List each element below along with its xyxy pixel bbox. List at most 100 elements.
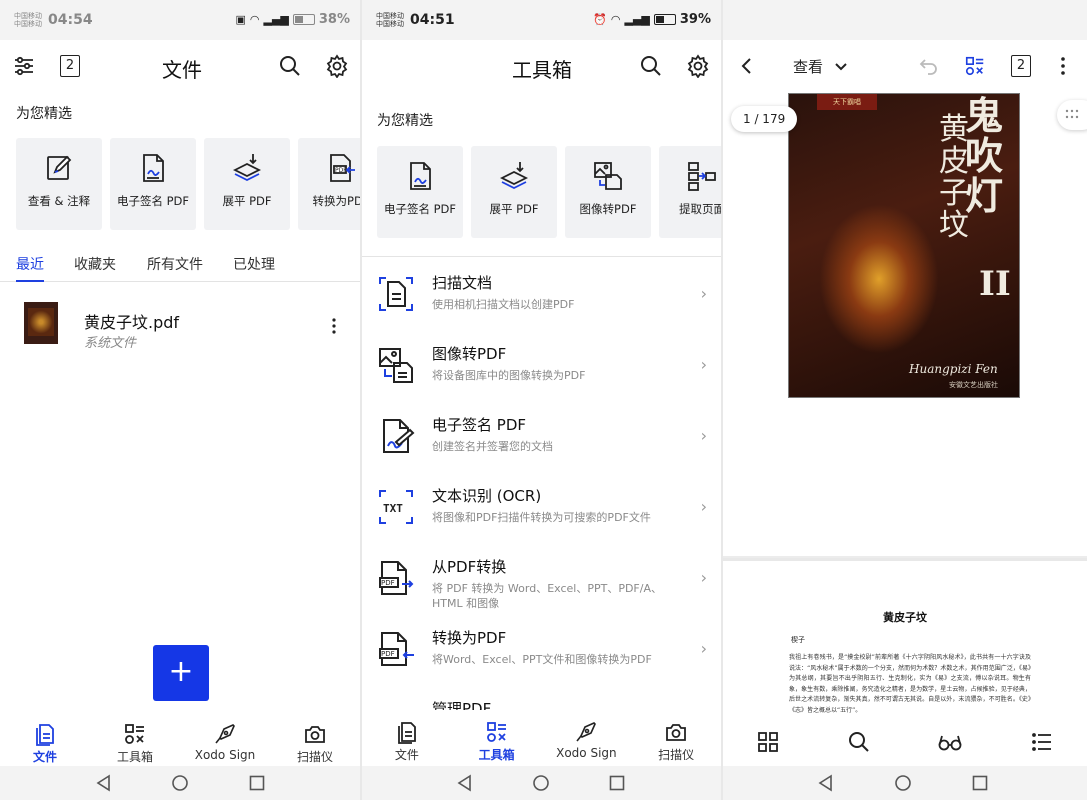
view-mode-label: 查看: [793, 58, 824, 76]
card-label: 展平 PDF: [222, 194, 272, 208]
system-nav-bar: [723, 766, 1087, 800]
battery-percent: 38%: [318, 12, 350, 27]
tools-icon[interactable]: [961, 52, 989, 80]
nav-scanner[interactable]: 扫描仪: [631, 714, 721, 766]
recents-nav-icon[interactable]: [971, 774, 989, 792]
file-list-item[interactable]: 黄皮子坟.pdf 系统文件: [0, 300, 360, 360]
toolbox-icon: [125, 724, 144, 744]
tool-e-sign[interactable]: 电子签名 PDF 创建签名并签署您的文档 ›: [362, 404, 721, 474]
cover-brand: 天下霸唱: [817, 94, 877, 110]
reader-top-bar: 查看 2: [723, 40, 1087, 94]
tool-image-to-pdf[interactable]: 图像转PDF 将设备图库中的图像转换为PDF ›: [362, 333, 721, 403]
pen-nib-icon: [215, 724, 235, 744]
tool-title: 扫描文档: [432, 274, 493, 292]
more-vert-icon[interactable]: [1049, 52, 1077, 80]
page-title: 工具箱: [512, 58, 572, 82]
add-fab-button[interactable]: +: [153, 645, 209, 701]
featured-title: 为您精选: [16, 106, 72, 122]
page-section: 楔子: [791, 636, 805, 644]
camera-icon: [305, 726, 325, 743]
tool-manage-pdf[interactable]: 管理PDF: [362, 688, 721, 710]
divider: [362, 256, 721, 257]
tool-title: 文本识别 (OCR): [432, 487, 542, 505]
chevron-right-icon: ›: [700, 355, 707, 374]
nav-xodo-sign[interactable]: Xodo Sign: [542, 714, 632, 766]
search-icon[interactable]: [637, 52, 665, 80]
tool-convert-to-pdf[interactable]: PDF 转换为PDF 将Word、Excel、PPT文件和图像转换为PDF ›: [362, 617, 721, 687]
nav-files[interactable]: 文件: [0, 716, 90, 768]
card-label: 查看 & 注释: [27, 194, 91, 208]
tabs-count-button[interactable]: 2: [1007, 52, 1035, 80]
home-nav-icon[interactable]: [532, 774, 550, 792]
reading-mode-glasses-icon[interactable]: [937, 730, 963, 754]
card-flatten[interactable]: 展平 PDF: [471, 146, 557, 238]
tab-processed[interactable]: 已处理: [233, 246, 275, 281]
more-options-icon[interactable]: [326, 316, 342, 336]
nav-toolbox[interactable]: 工具箱: [90, 716, 180, 768]
cover-publisher: 安徽文艺出版社: [949, 381, 998, 389]
tool-subtitle: 将图像和PDF扫描件转换为可搜索的PDF文件: [432, 511, 651, 524]
back-arrow-icon[interactable]: [733, 52, 761, 80]
thumbnail-drawer-handle[interactable]: [1057, 100, 1087, 130]
featured-title: 为您精选: [377, 113, 433, 129]
carrier-label: 中国移动 中国移动: [14, 12, 42, 28]
status-time: 04:51: [410, 12, 455, 28]
outline-list-icon[interactable]: [1030, 730, 1054, 754]
tab-all-files[interactable]: 所有文件: [147, 246, 203, 281]
toolbox-icon: [486, 722, 506, 742]
nav-label: Xodo Sign: [556, 746, 617, 760]
carrier-label: 中国移动 中国移动: [376, 12, 404, 28]
filter-settings-icon[interactable]: [10, 52, 38, 80]
tool-ocr[interactable]: TXT 文本识别 (OCR) 将图像和PDF扫描件转换为可搜索的PDF文件 ›: [362, 475, 721, 545]
home-nav-icon[interactable]: [171, 774, 189, 792]
gear-icon[interactable]: [684, 52, 712, 80]
svg-text:TXT: TXT: [383, 502, 403, 515]
chevron-down-icon: [835, 63, 847, 71]
card-image-to-pdf[interactable]: 图像转PDF: [565, 146, 651, 238]
page-title: 文件: [162, 58, 202, 82]
reader-screen: 查看 2 天下霸唱 鬼吹灯 黄皮子坟 II Huangpizi Fen 安徽文艺…: [723, 0, 1087, 800]
alarm-icon: ▣: [235, 13, 246, 26]
view-mode-dropdown[interactable]: 查看: [793, 56, 848, 77]
tab-favorites[interactable]: 收藏夹: [74, 246, 116, 281]
chevron-right-icon: ›: [700, 568, 707, 587]
gear-icon[interactable]: [323, 52, 351, 80]
tool-scan-document[interactable]: 扫描文档 使用相机扫描文档以创建PDF ›: [362, 262, 721, 332]
file-location: 系统文件: [84, 336, 137, 351]
back-nav-icon[interactable]: [95, 774, 113, 792]
undo-icon[interactable]: [915, 52, 943, 80]
back-nav-icon[interactable]: [817, 774, 835, 792]
cover-art: [819, 204, 939, 354]
nav-label: 文件: [32, 750, 57, 764]
system-nav-bar: [362, 766, 721, 800]
tool-subtitle: 将设备图库中的图像转换为PDF: [432, 369, 586, 382]
nav-scanner[interactable]: 扫描仪: [270, 716, 360, 768]
nav-files[interactable]: 文件: [362, 714, 452, 766]
thumbnails-grid-icon[interactable]: [756, 730, 780, 754]
card-e-sign[interactable]: 电子签名 PDF: [377, 146, 463, 238]
reader-toolbar: [723, 718, 1087, 766]
tool-convert-from-pdf[interactable]: PDF 从PDF转换 将 PDF 转换为 Word、Excel、PPT、PDF/…: [362, 546, 721, 616]
tabs-count-button[interactable]: 2: [56, 52, 84, 80]
nav-toolbox[interactable]: 工具箱: [452, 714, 542, 766]
recents-nav-icon[interactable]: [608, 774, 626, 792]
pdf-page-2[interactable]: 黄皮子坟 楔子 我祖上有卷残书，是“摸金校尉”前辈所著《十六字阴阳风水秘术》，此…: [723, 558, 1087, 718]
search-icon[interactable]: [847, 730, 871, 754]
signature-icon: [383, 419, 415, 453]
chevron-right-icon: ›: [700, 497, 707, 516]
convert-from-pdf-icon: PDF: [379, 561, 414, 595]
nav-xodo-sign[interactable]: Xodo Sign: [180, 716, 270, 768]
home-nav-icon[interactable]: [894, 774, 912, 792]
card-convert-to-pdf[interactable]: PDF 转换为PDF: [298, 138, 360, 230]
back-nav-icon[interactable]: [456, 774, 474, 792]
card-e-sign[interactable]: 电子签名 PDF: [110, 138, 196, 230]
tab-recent[interactable]: 最近: [16, 246, 44, 282]
manage-pdf-icon: [376, 700, 416, 710]
card-flatten[interactable]: 展平 PDF: [204, 138, 290, 230]
recents-nav-icon[interactable]: [248, 774, 266, 792]
card-extract-pages[interactable]: 提取页面: [659, 146, 721, 238]
featured-cards: 查看 & 注释 电子签名 PDF 展平 PDF PDF 转换为PDF: [16, 138, 360, 230]
card-view-annotate[interactable]: 查看 & 注释: [16, 138, 102, 230]
search-icon[interactable]: [276, 52, 304, 80]
alarm-icon: ⏰: [593, 13, 607, 26]
